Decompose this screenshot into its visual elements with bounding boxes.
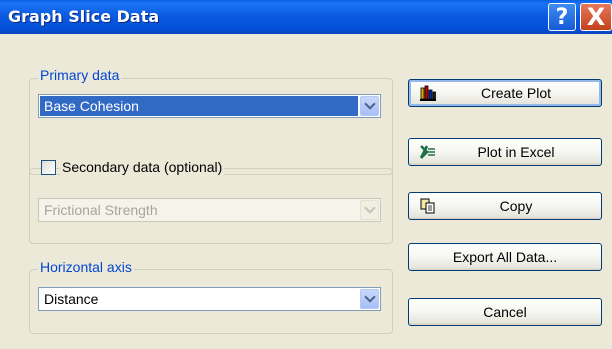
title-bar[interactable]: Graph Slice Data ? X bbox=[0, 0, 612, 34]
primary-data-dropdown[interactable]: Base Cohesion bbox=[38, 94, 381, 118]
cancel-label: Cancel bbox=[483, 304, 527, 320]
close-button[interactable]: X bbox=[580, 3, 612, 31]
horizontal-axis-dropdown[interactable]: Distance bbox=[38, 287, 381, 311]
secondary-data-dropdown: Frictional Strength bbox=[38, 198, 381, 222]
chevron-down-icon[interactable] bbox=[360, 96, 379, 116]
copy-button[interactable]: Copy bbox=[408, 192, 602, 220]
plot-in-excel-label: Plot in Excel bbox=[477, 144, 555, 160]
secondary-data-label[interactable]: Secondary data (optional) bbox=[60, 159, 225, 175]
export-all-data-button[interactable]: Export All Data... bbox=[408, 243, 602, 271]
primary-data-value: Base Cohesion bbox=[40, 96, 358, 116]
dialog-body: Primary data Base Cohesion Secondary dat… bbox=[0, 34, 612, 349]
cancel-button[interactable]: Cancel bbox=[408, 298, 602, 326]
chevron-down-icon bbox=[360, 200, 379, 220]
window-title: Graph Slice Data bbox=[8, 7, 160, 26]
secondary-data-checkbox[interactable] bbox=[41, 160, 56, 175]
horizontal-axis-value: Distance bbox=[44, 291, 99, 307]
chevron-down-icon[interactable] bbox=[360, 289, 379, 309]
copy-label: Copy bbox=[499, 198, 533, 214]
close-icon: X bbox=[586, 3, 606, 31]
create-plot-label: Create Plot bbox=[480, 85, 552, 101]
create-plot-button[interactable]: Create Plot bbox=[408, 79, 602, 107]
horizontal-axis-legend: Horizontal axis bbox=[38, 259, 134, 275]
help-icon: ? bbox=[555, 5, 569, 30]
primary-data-legend: Primary data bbox=[38, 67, 122, 83]
export-all-data-label: Export All Data... bbox=[452, 249, 558, 265]
plot-in-excel-button[interactable]: Plot in Excel bbox=[408, 138, 602, 166]
dialog-window: Graph Slice Data ? X Primary data Base C… bbox=[0, 0, 612, 349]
secondary-data-value: Frictional Strength bbox=[44, 202, 158, 218]
help-button[interactable]: ? bbox=[548, 3, 576, 31]
